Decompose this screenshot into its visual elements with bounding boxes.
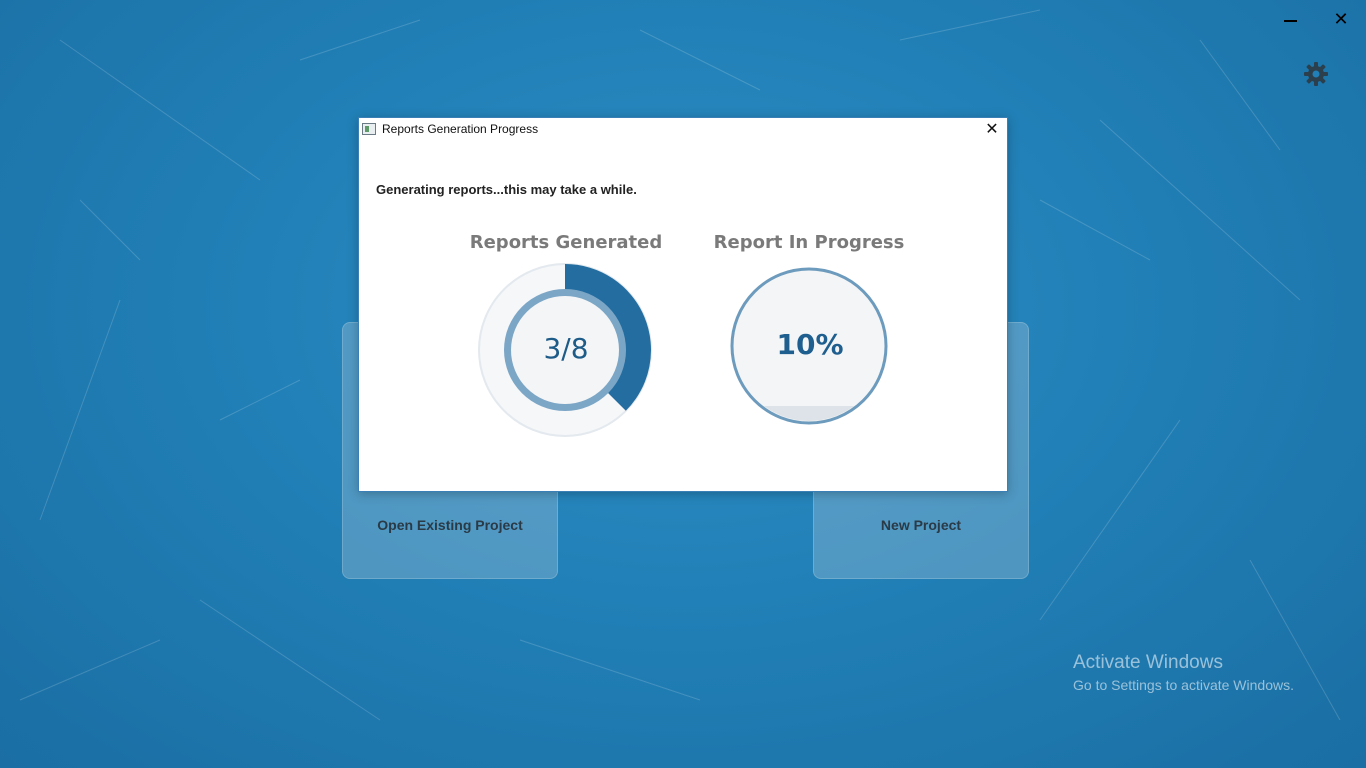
reports-generated-value: 3/8: [543, 332, 589, 365]
dialog-titlebar[interactable]: Reports Generation Progress ✕: [359, 118, 1007, 142]
activate-windows-subtitle: Go to Settings to activate Windows.: [1073, 677, 1294, 693]
dialog-title: Reports Generation Progress: [382, 122, 539, 136]
app-icon: [362, 123, 376, 135]
open-existing-project-label: Open Existing Project: [377, 517, 523, 533]
report-in-progress-title: Report In Progress: [713, 232, 905, 253]
activate-windows-title: Activate Windows: [1073, 652, 1223, 673]
progress-fill: [734, 406, 884, 421]
dialog-close-button[interactable]: ✕: [983, 120, 1001, 138]
minimize-button[interactable]: [1279, 8, 1303, 32]
reports-progress-dialog: Reports Generation Progress ✕ Generating…: [358, 117, 1008, 492]
reports-generated-title: Reports Generated: [469, 232, 663, 253]
minimize-icon: [1284, 20, 1297, 22]
status-message: Generating reports...this may take a whi…: [376, 182, 637, 197]
new-project-label: New Project: [880, 517, 962, 533]
report-in-progress-value: 10%: [776, 328, 844, 361]
gear-icon[interactable]: [1302, 60, 1330, 88]
window-close-button[interactable]: ✕: [1329, 8, 1353, 32]
